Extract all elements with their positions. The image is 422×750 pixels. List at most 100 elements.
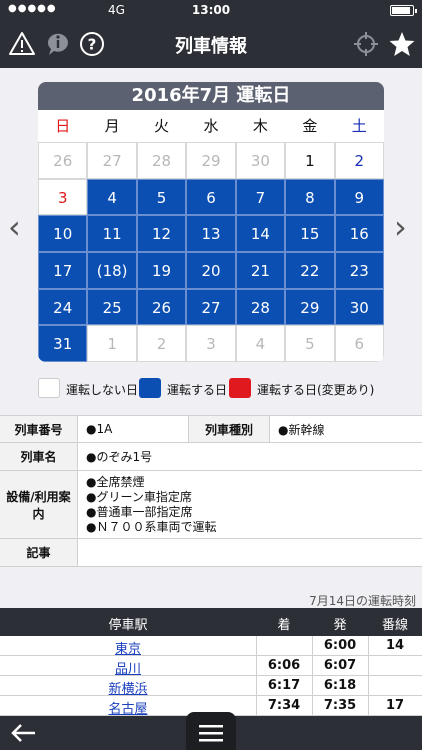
timetable-rows: 東京 6:00 14 品川 6:06 6:07 新横浜 6:17 6:18 名古屋 7:34 7:35…: [0, 636, 422, 717]
calendar-day[interactable]: 17: [38, 252, 88, 289]
crosshair-icon[interactable]: [352, 30, 380, 58]
legend-swatch-changed: [229, 378, 251, 398]
calendar-day[interactable]: 13: [186, 215, 236, 252]
weekday-label: 水: [203, 117, 219, 135]
calendar-day[interactable]: 2: [334, 142, 384, 179]
nav-bar: ? 列車情報: [0, 20, 422, 68]
train-number-label: 列車番号: [0, 416, 78, 442]
facilities-label: 設備/利用案内: [0, 471, 78, 538]
calendar-day[interactable]: 3: [186, 325, 236, 362]
calendar-day[interactable]: 4: [235, 325, 286, 362]
calendar-day[interactable]: 21: [235, 252, 286, 289]
calendar-day[interactable]: 6: [334, 325, 384, 362]
header-arrive: 着: [277, 618, 291, 633]
calendar-day[interactable]: 12: [136, 215, 187, 252]
notes-value: [78, 539, 86, 566]
notes-row: 記事: [0, 539, 422, 567]
calendar-day[interactable]: 5: [136, 178, 187, 216]
calendar-day[interactable]: 22: [285, 252, 335, 289]
calendar-title: 2016年7月 運転日: [38, 82, 384, 110]
calendar-day[interactable]: 26: [38, 142, 88, 179]
calendar-day[interactable]: 19: [136, 252, 187, 289]
battery-icon: [390, 5, 417, 16]
prev-month-button[interactable]: ‹: [8, 208, 21, 246]
weekday-label: 木: [252, 117, 268, 135]
header-depart: 発: [333, 618, 347, 633]
calendar-day[interactable]: 5: [285, 325, 335, 362]
calendar-day[interactable]: 3: [38, 178, 88, 216]
timetable-depart: 6:07: [323, 658, 357, 673]
calendar-day[interactable]: 28: [235, 288, 286, 326]
timetable-header: 停車駅 着 発 番線: [0, 608, 422, 636]
calendar-day[interactable]: 15: [285, 215, 335, 252]
timetable: 停車駅 着 発 番線 東京 6:00 14 品川 6:06 6:07 新横浜 6:17 6:18…: [0, 608, 422, 717]
calendar-day[interactable]: 26: [136, 288, 187, 326]
train-number-row: 列車番号 ●1A 列車種別 ●新幹線: [0, 415, 422, 443]
calendar-grid: 26 27 28 29 30 1 2 3 4 5 6 7 8 9 10 11 12 13 14 15 16 17 (18) 1…: [38, 142, 384, 362]
calendar-day[interactable]: 1: [285, 142, 335, 179]
train-name-row: 列車名 ●のぞみ1号: [0, 443, 422, 471]
timetable-station[interactable]: 品川: [0, 658, 256, 677]
calendar-day[interactable]: 4: [87, 178, 137, 216]
calendar-day[interactable]: 23: [334, 252, 384, 289]
timetable-station[interactable]: 新横浜: [0, 678, 256, 697]
weekday-label: 火: [154, 117, 170, 135]
timetable-arrive: 6:17: [267, 678, 301, 693]
calendar-day[interactable]: 6: [186, 178, 236, 216]
train-name-label: 列車名: [0, 443, 78, 470]
facility-item: ●グリーン車指定席: [86, 489, 192, 504]
clock: 13:00: [191, 3, 231, 17]
calendar: 2016年7月 運転日 日月火水木金土 26 27 28 29 30 1 2 3 4 5 6 7 8 9 1…: [38, 82, 384, 362]
calendar-day[interactable]: 28: [136, 142, 187, 179]
table-row: 品川 6:06 6:07: [0, 656, 422, 677]
calendar-day[interactable]: 7: [235, 178, 286, 216]
calendar-day[interactable]: 30: [235, 142, 286, 179]
timetable-depart: 6:00: [323, 638, 357, 653]
calendar-day[interactable]: 30: [334, 288, 384, 326]
calendar-day[interactable]: 27: [87, 142, 137, 179]
calendar-day[interactable]: 24: [38, 288, 88, 326]
timetable-track: 17: [385, 698, 405, 713]
timetable-depart: 6:18: [323, 678, 357, 693]
back-arrow-icon[interactable]: [8, 720, 38, 746]
table-row: 東京 6:00 14: [0, 636, 422, 657]
calendar-day[interactable]: 1: [87, 325, 137, 362]
train-info-table: 列車番号 ●1A 列車種別 ●新幹線 列車名 ●のぞみ1号 設備/利用案内 ●全…: [0, 415, 422, 567]
calendar-day[interactable]: 10: [38, 215, 88, 252]
next-month-button[interactable]: ›: [394, 208, 407, 246]
calendar-day[interactable]: 27: [186, 288, 236, 326]
calendar-day[interactable]: 11: [87, 215, 137, 252]
timetable-arrive: 6:06: [267, 658, 301, 673]
weekday-label: 月: [104, 117, 120, 135]
calendar-day[interactable]: 8: [285, 178, 335, 216]
status-bar: ●●●●● 4G 13:00: [0, 0, 422, 20]
calendar-day[interactable]: 2: [136, 325, 187, 362]
calendar-day[interactable]: 20: [186, 252, 236, 289]
facility-item: ●全席禁煙: [86, 474, 145, 489]
timetable-station[interactable]: 東京: [0, 638, 256, 657]
facility-item: ●普通車一部指定席: [86, 504, 193, 519]
calendar-day[interactable]: 25: [87, 288, 137, 326]
calendar-day[interactable]: 9: [334, 178, 384, 216]
timetable-track: 14: [385, 638, 405, 653]
header-track: 番線: [381, 618, 408, 633]
header-station: 停車駅: [108, 618, 148, 633]
menu-button[interactable]: [186, 712, 236, 750]
calendar-day[interactable]: 16: [334, 215, 384, 252]
legend-label-none: 運転しない日: [66, 383, 139, 397]
timetable-caption: 7月14日の運転時刻: [309, 594, 416, 608]
facility-item: ●Ｎ７００系車両で運転: [86, 519, 217, 534]
calendar-day[interactable]: 29: [285, 288, 335, 326]
table-row: 新横浜 6:17 6:18: [0, 676, 422, 697]
star-icon[interactable]: [388, 30, 416, 58]
legend-swatch-none: [38, 378, 60, 398]
weekday-header: 日月火水木金土: [38, 110, 384, 142]
train-name-value: ●のぞみ1号: [86, 450, 153, 464]
calendar-day[interactable]: (18): [87, 252, 137, 289]
bottom-toolbar: [0, 712, 422, 750]
legend: 運転しない日 運転する日 運転する日(変更あり): [38, 378, 422, 400]
train-type-label: 列車種別: [188, 416, 270, 442]
calendar-day[interactable]: 29: [186, 142, 236, 179]
calendar-day[interactable]: 14: [235, 215, 286, 252]
calendar-day[interactable]: 31: [38, 325, 88, 362]
